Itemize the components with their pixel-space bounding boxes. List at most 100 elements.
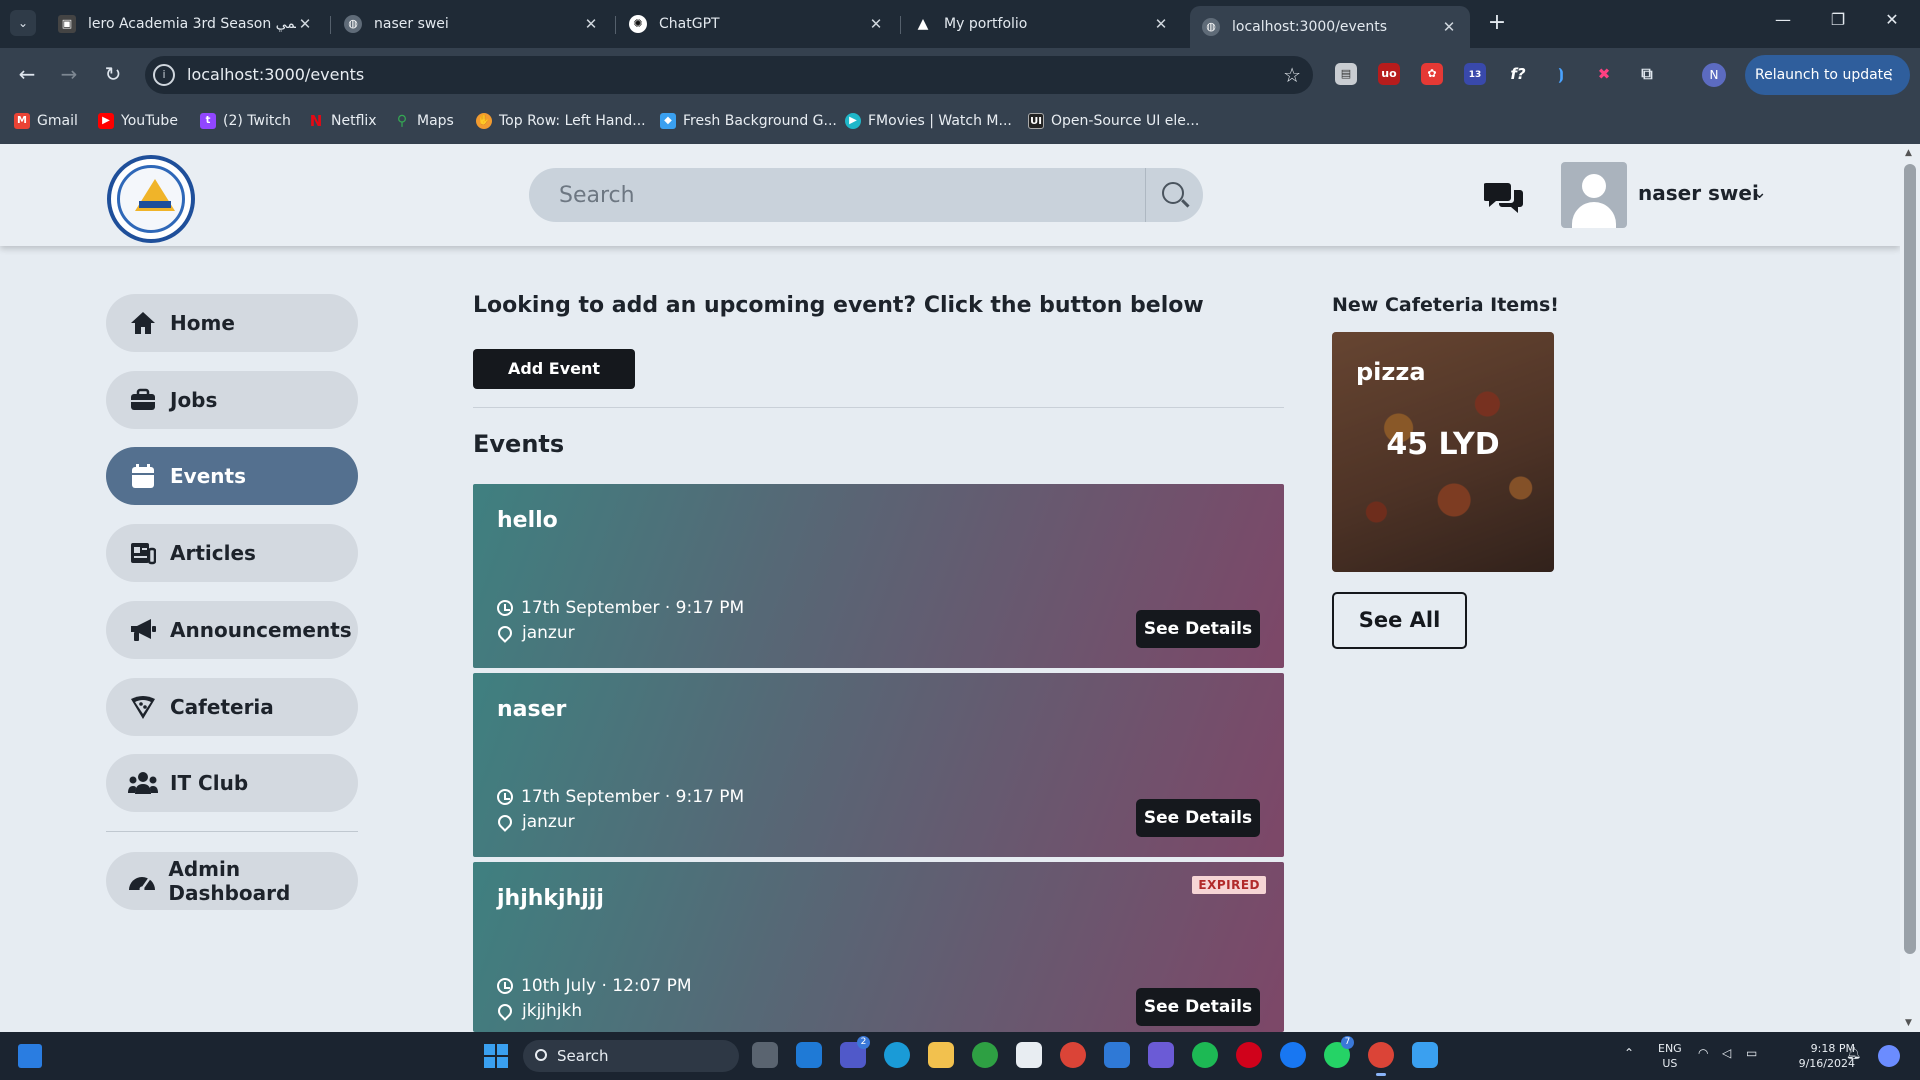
task-view-icon[interactable] [752,1042,778,1068]
user-avatar[interactable] [1561,162,1627,228]
university-logo[interactable] [107,155,195,243]
scrollbar-thumb[interactable] [1904,164,1916,954]
opera-icon[interactable] [1236,1042,1262,1068]
notification-bell-icon[interactable]: 🔔︎ [1846,1046,1861,1060]
close-icon[interactable]: ✕ [1440,18,1458,36]
facebook-icon[interactable] [1280,1042,1306,1068]
taskbar-search[interactable]: Search [523,1040,739,1072]
event-location-row: janzur [495,812,575,832]
profile-avatar[interactable]: N [1702,63,1726,87]
sidebar-item-admin-dashboard[interactable]: Admin Dashboard [106,852,358,910]
sidebar-item-articles[interactable]: Articles [106,524,358,582]
spotify-icon[interactable] [1192,1042,1218,1068]
close-icon[interactable]: ✕ [1152,15,1170,33]
bookmark-gmail[interactable]: M Gmail [14,113,78,129]
fx-extension-icon[interactable]: f? [1507,63,1529,85]
site-info-icon[interactable]: i [153,64,175,86]
sidebar-item-events[interactable]: Events [106,447,358,505]
scroll-up-arrow-icon[interactable]: ▲ [1905,148,1912,158]
tab-search-menu-button[interactable]: ⌄ [10,10,36,36]
tab-chatgpt[interactable]: ✺ ChatGPT ✕ [617,6,897,42]
paint-icon[interactable] [1412,1042,1438,1068]
page-scrollbar[interactable]: ▲ ▼ [1900,144,1920,1032]
system-clock[interactable]: 9:18 PM 9/16/2024 [1775,1041,1855,1071]
extension-icon[interactable]: ✖ [1593,63,1615,85]
close-icon[interactable]: ✕ [867,15,885,33]
window-close-button[interactable]: ✕ [1877,10,1907,29]
wifi-icon[interactable]: ◠ [1698,1046,1708,1060]
vscode-icon[interactable] [796,1042,822,1068]
avatar-head [1582,174,1606,198]
sidebar-item-it-club[interactable]: IT Club [106,754,358,812]
sidebar-item-home[interactable]: Home [106,294,358,352]
bookmark-open-source-ui[interactable]: UI Open-Source UI ele... [1028,113,1199,129]
chrome-icon[interactable] [1368,1042,1394,1076]
user-name[interactable]: naser swei [1638,181,1759,205]
kebab-menu-icon[interactable]: ⋮ [1884,55,1898,95]
see-details-button[interactable]: See Details [1136,610,1260,648]
chevron-up-icon[interactable]: ⌃ [1624,1046,1634,1060]
extension-icon[interactable]: 13 [1464,63,1486,85]
battery-icon[interactable]: ▭ [1746,1046,1757,1060]
add-event-button[interactable]: Add Event [473,349,635,389]
windows-start-icon[interactable] [484,1044,508,1068]
volume-icon[interactable]: ◁ [1722,1046,1731,1060]
minimize-button[interactable]: — [1768,10,1798,29]
sidebar-item-announcements[interactable]: Announcements [106,601,358,659]
sidebar-item-cafeteria[interactable]: Cafeteria [106,678,358,736]
store-icon[interactable] [1016,1042,1042,1068]
new-tab-button[interactable]: + [1483,10,1511,35]
search-button[interactable] [1145,168,1203,222]
sidebar-item-label: Events [170,464,246,488]
relaunch-button[interactable]: Relaunch to update ⋮ [1745,55,1910,95]
chat-icon[interactable] [1484,180,1524,216]
close-icon[interactable]: ✕ [582,15,600,33]
copilot-icon[interactable] [1878,1045,1900,1067]
bookmark-maps[interactable]: ⚲ Maps [394,113,454,129]
edge-icon[interactable] [884,1042,910,1068]
puzzle-icon[interactable]: ⧉ [1636,63,1658,85]
search-input[interactable] [529,168,1145,222]
file-explorer-icon[interactable] [928,1042,954,1068]
reload-icon[interactable]: ↻ [100,62,126,86]
location-pin-icon [495,623,515,643]
url-text[interactable]: localhost:3000/events [187,65,364,84]
cafeteria-item-card[interactable]: pizza 45 LYD [1332,332,1554,572]
avatar-body [1572,202,1616,228]
sidebar-item-jobs[interactable]: Jobs [106,371,358,429]
tab-naser-swei[interactable]: ◍ naser swei ✕ [332,6,612,42]
teams-icon[interactable]: 2 [840,1036,870,1068]
language-indicator[interactable]: ENG US [1658,1041,1682,1071]
tab-portfolio[interactable]: ▲ My portfolio ✕ [902,6,1182,42]
ublock-icon[interactable]: uo [1378,63,1400,85]
bookmark-twitch[interactable]: t (2) Twitch [200,113,291,129]
tab-anime[interactable]: ▣ lero Academia 3rd Season أنمي ✕ [46,6,326,42]
mail-icon[interactable] [1104,1042,1130,1068]
see-details-button[interactable]: See Details [1136,988,1260,1026]
see-details-button[interactable]: See Details [1136,799,1260,837]
bookmark-fresh-background[interactable]: ◆ Fresh Background G... [660,113,837,129]
xbox-icon[interactable] [972,1042,998,1068]
chevron-down-icon[interactable]: ⌄ [1752,182,1767,203]
scroll-down-arrow-icon[interactable]: ▼ [1905,1018,1912,1028]
audio-extension-icon[interactable]: ⦘ [1550,63,1572,85]
tab-events-active[interactable]: ◍ localhost:3000/events ✕ [1190,6,1470,48]
bookmark-youtube[interactable]: ▶ YouTube [98,113,178,129]
bookmark-star-icon[interactable]: ☆ [1283,63,1301,87]
bookmark-netflix[interactable]: N Netflix [308,113,377,129]
clipchamp-icon[interactable] [1148,1042,1174,1068]
see-all-button[interactable]: See All [1332,592,1467,649]
background-icon: ◆ [660,113,676,129]
bookmark-fmovies[interactable]: ▶ FMovies | Watch M... [845,113,1012,129]
extension-icon[interactable]: ▤ [1335,63,1357,85]
chrome-icon[interactable] [1060,1042,1086,1068]
widgets-icon[interactable] [18,1044,42,1068]
whatsapp-icon[interactable]: 7 [1324,1036,1354,1068]
restore-button[interactable]: ❐ [1823,10,1853,29]
bookmark-top-row[interactable]: ✋ Top Row: Left Hand... [476,113,646,129]
forward-arrow-icon[interactable]: → [56,62,82,86]
address-bar[interactable]: i localhost:3000/events ☆ [145,56,1313,94]
extension-icon[interactable]: ✿ [1421,63,1443,85]
close-icon[interactable]: ✕ [296,15,314,33]
back-arrow-icon[interactable]: ← [14,62,40,86]
